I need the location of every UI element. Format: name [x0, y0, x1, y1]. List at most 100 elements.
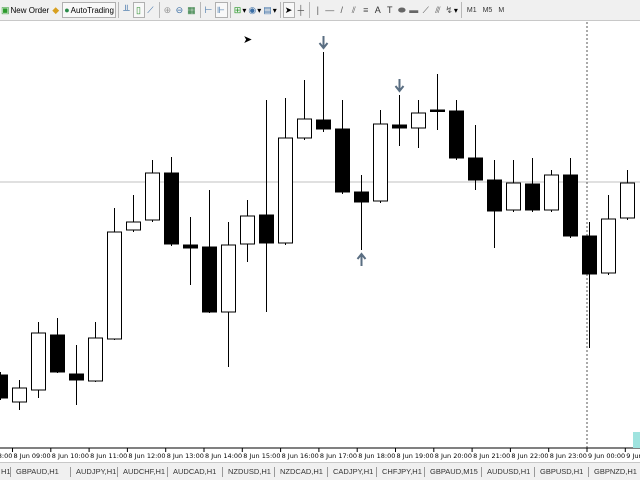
- metaeditor-button[interactable]: ◆: [50, 1, 62, 19]
- bear-candle: [316, 119, 331, 130]
- chart-tab[interactable]: AUDCAD,H1: [167, 467, 216, 477]
- separator: [117, 2, 119, 18]
- separator: [158, 2, 160, 18]
- chart-tab[interactable]: GBPAUD,H1: [10, 467, 59, 477]
- chart-scroll-marker[interactable]: [633, 432, 640, 448]
- clock-icon: ◉: [248, 5, 257, 15]
- zoom-out-button[interactable]: ⊖: [174, 1, 186, 19]
- bull-candle: [126, 221, 141, 231]
- line-chart-button[interactable]: ⟋: [145, 1, 157, 19]
- indicators-icon: ⊞: [233, 5, 242, 15]
- ellipse-button[interactable]: ⬬: [396, 1, 408, 19]
- chart-tab[interactable]: GBPAUD,M15: [424, 467, 478, 477]
- chart-tab[interactable]: NZDUSD,H1: [222, 467, 271, 477]
- time-label: 9 Jun 00:00: [588, 452, 625, 460]
- chart-tab[interactable]: AUDCHF,H1: [117, 467, 165, 477]
- indicators-button[interactable]: ⊞ ▾: [233, 1, 248, 19]
- separator: [279, 2, 281, 18]
- autoscroll-button[interactable]: ⊩: [214, 2, 228, 18]
- bear-candle: [392, 124, 407, 129]
- bull-candle: [31, 332, 46, 391]
- time-label: 8 Jun 22:00: [511, 452, 548, 460]
- vertical-line-icon: |: [316, 5, 319, 15]
- timeframe-m1[interactable]: M1: [464, 7, 480, 14]
- chart-tab[interactable]: AUDJPY,H1: [70, 467, 116, 477]
- toolbar: ▣ New Order ◆ ● AutoTrading ╨ ▯ ⟋ ⊕ ⊖ ▦ ⊢ …: [0, 0, 640, 21]
- text-button[interactable]: A: [372, 1, 384, 19]
- trendline-button[interactable]: /: [336, 1, 348, 19]
- text-icon: A: [374, 5, 381, 15]
- bear-candle: [164, 172, 179, 245]
- bear-candle: [354, 191, 369, 203]
- chart-shift-button[interactable]: ⊢: [203, 1, 215, 19]
- chart-tab[interactable]: GBPNZD,H1: [588, 467, 637, 477]
- rectangle-button[interactable]: ▬: [408, 1, 420, 19]
- chart-tab[interactable]: CHFJPY,H1: [376, 467, 422, 477]
- arrows-button[interactable]: ↯ ▾: [444, 1, 459, 19]
- crosshair-icon: ┼: [297, 5, 304, 15]
- periods-button[interactable]: ◉ ▾: [247, 1, 262, 19]
- gann-button[interactable]: ⟋: [420, 1, 432, 19]
- bull-candle: [373, 123, 388, 202]
- time-label: 9 Jun 01:00: [626, 452, 640, 460]
- pitchfork-icon: ⫻: [435, 5, 441, 15]
- bear-candle: [50, 334, 65, 373]
- timeframe-m5[interactable]: M5: [480, 7, 496, 14]
- fibonacci-icon: ≡: [363, 5, 369, 15]
- zoom-in-icon: ⊕: [163, 5, 172, 15]
- templates-button[interactable]: ▤ ▾: [262, 1, 278, 19]
- autotrading-button[interactable]: ● AutoTrading: [62, 2, 116, 18]
- bull-candle: [240, 215, 255, 245]
- andrews-button[interactable]: ⫻: [432, 1, 444, 19]
- candlestick-icon: ▯: [135, 5, 141, 15]
- arrows-icon: ↯: [445, 5, 453, 15]
- bear-candle: [430, 109, 445, 112]
- templates-icon: ▤: [263, 5, 272, 15]
- bar-chart-button[interactable]: ╨: [121, 1, 133, 19]
- chart-tab[interactable]: H1: [0, 467, 11, 477]
- bull-candle: [601, 218, 616, 274]
- separator: [199, 2, 201, 18]
- time-label: 8 Jun 15:00: [243, 452, 280, 460]
- text-label-button[interactable]: T: [384, 1, 396, 19]
- time-label: 8 Jun 18:00: [358, 452, 395, 460]
- cursor-button[interactable]: ➤: [282, 2, 296, 18]
- text-label-icon: T: [387, 5, 393, 15]
- chart-tab[interactable]: AUDUSD,H1: [481, 467, 530, 477]
- chart-tab[interactable]: NZDCAD,H1: [274, 467, 323, 477]
- separator: [229, 2, 231, 18]
- chart-tab[interactable]: GBPUSD,H1: [534, 467, 583, 477]
- bear-candle: [582, 235, 597, 275]
- autoscroll-icon: ⊩: [216, 5, 225, 15]
- fibonacci-button[interactable]: ≡: [360, 1, 372, 19]
- time-label: 8 Jun 10:00: [52, 452, 89, 460]
- bear-candle: [468, 157, 483, 181]
- horizontal-line-button[interactable]: —: [324, 1, 336, 19]
- tile-windows-button[interactable]: ▦: [186, 1, 198, 19]
- bull-candle: [411, 112, 426, 129]
- ellipse-icon: ⬬: [397, 5, 406, 15]
- vertical-line-button[interactable]: |: [312, 1, 324, 19]
- horizontal-line-icon: —: [325, 5, 335, 15]
- bear-candle: [69, 373, 84, 381]
- bear-candle: [487, 179, 502, 212]
- sell-arrow-icon: [394, 79, 405, 93]
- chart-tabs: H1 GBPAUD,H1 AUDJPY,H1 AUDCHF,H1 AUDCAD,…: [0, 462, 640, 480]
- bull-candle: [88, 337, 103, 382]
- bear-candle: [335, 128, 350, 193]
- equidistant-channel-button[interactable]: ⫽: [348, 1, 360, 19]
- bull-candle: [145, 172, 160, 221]
- sell-arrow-icon: [318, 36, 329, 50]
- chart-tab[interactable]: CADJPY,H1: [327, 467, 373, 477]
- zoom-in-button[interactable]: ⊕: [162, 1, 174, 19]
- new-order-button[interactable]: ▣ New Order: [0, 1, 50, 19]
- timeframe-m15[interactable]: M: [495, 7, 507, 14]
- bull-candle: [221, 244, 236, 313]
- separator: [309, 2, 311, 18]
- bear-candle: [202, 246, 217, 313]
- autotrading-icon: ●: [64, 5, 70, 15]
- candlestick-button[interactable]: ▯: [132, 2, 145, 18]
- crosshair-button[interactable]: ┼: [295, 1, 307, 19]
- time-label: 8 Jun 21:00: [473, 452, 510, 460]
- price-chart[interactable]: 8 Jun 08:008 Jun 09:008 Jun 10:008 Jun 1…: [0, 22, 640, 460]
